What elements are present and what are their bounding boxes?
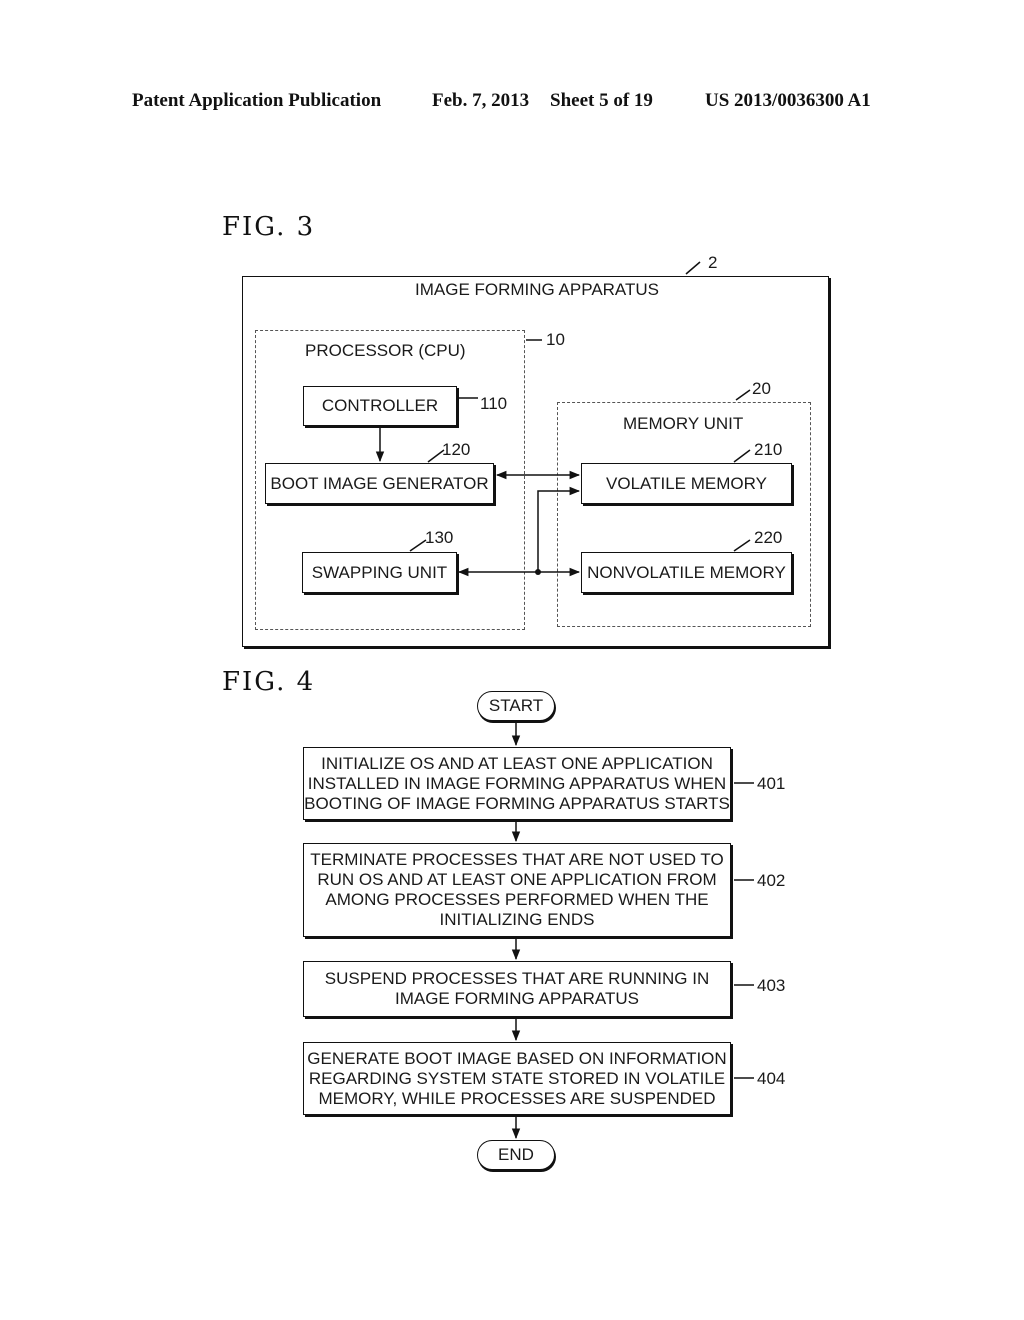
leader-120 [427,449,445,463]
leader-2 [685,261,701,275]
arrow-bus-volatile [537,486,581,572]
leader-20 [735,389,751,401]
leader-130 [409,539,427,552]
junction-dot [535,569,541,575]
leader-220 [733,539,751,552]
connector-layer [375,261,754,1140]
leader-210 [733,449,751,463]
